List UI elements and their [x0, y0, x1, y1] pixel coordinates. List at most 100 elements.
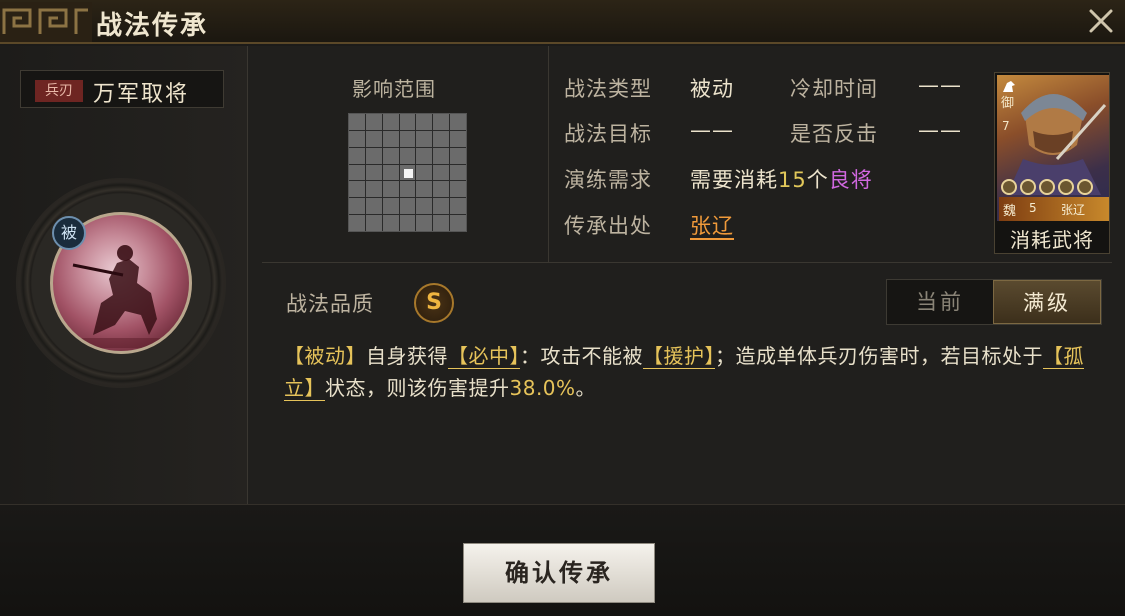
- star-icon: [1020, 179, 1036, 195]
- range-cell: [450, 181, 466, 198]
- source-general-link[interactable]: 张辽: [690, 210, 734, 240]
- desc-text: ；造成单体兵刃伤害时，若目标处于: [715, 344, 1043, 368]
- range-cell: [433, 181, 450, 198]
- train-requirement-label: 演练需求: [564, 168, 652, 192]
- range-cell: [450, 164, 466, 181]
- range-grid: [348, 113, 467, 232]
- desc-text: 自身获得: [366, 344, 448, 368]
- star-icon: [1058, 179, 1074, 195]
- close-icon: [1089, 9, 1113, 33]
- range-cell: [399, 181, 416, 198]
- passive-badge: 被: [52, 216, 86, 250]
- range-cell: [416, 114, 433, 130]
- general-footer: 魏 5 张辽: [999, 197, 1109, 221]
- skill-type-label: 战法类型: [564, 77, 652, 101]
- range-cell: [416, 181, 433, 198]
- train-count: 15: [778, 168, 807, 192]
- desc-keyword-link[interactable]: 【援护】: [643, 344, 715, 369]
- confirm-inherit-button[interactable]: 确认传承: [463, 543, 655, 603]
- range-cell: [382, 181, 399, 198]
- range-cell: [365, 147, 382, 164]
- range-cell: [433, 198, 450, 215]
- range-cell: [349, 130, 365, 147]
- tab-current[interactable]: 当前: [887, 280, 993, 324]
- title-bar: 战法传承: [0, 0, 1125, 44]
- general-portrait: 御 7 魏 5 张辽: [997, 75, 1109, 221]
- range-cell: [365, 215, 382, 231]
- range-cell: [450, 215, 466, 231]
- desc-number: 38.0%: [509, 376, 576, 400]
- range-cell: [433, 215, 450, 231]
- divider: [262, 262, 1112, 263]
- cooldown-label: 冷却时间: [790, 77, 878, 101]
- level-tabs: 当前 满级: [886, 279, 1102, 325]
- star-rating: [1001, 179, 1105, 195]
- range-cell: [382, 164, 399, 181]
- general-portrait-icon: [1007, 94, 1107, 195]
- star-icon: [1077, 179, 1093, 195]
- general-card[interactable]: 御 7 魏 5 张辽 消耗武将: [994, 72, 1110, 254]
- range-cell: [365, 130, 382, 147]
- range-cell: [365, 114, 382, 130]
- range-cell: [433, 164, 450, 181]
- target-value: ——: [690, 118, 734, 142]
- range-cell: [349, 164, 365, 181]
- range-cell: [450, 147, 466, 164]
- target-label: 战法目标: [564, 122, 652, 146]
- range-cell: [399, 114, 416, 130]
- general-role: 御: [1001, 96, 1015, 111]
- skill-description: 【被动】自身获得【必中】：攻击不能被【援护】；造成单体兵刃伤害时，若目标处于【孤…: [284, 340, 1094, 404]
- source-label: 传承出处: [564, 214, 652, 238]
- range-cell: [382, 130, 399, 147]
- range-cell: [450, 114, 466, 130]
- range-cell: [349, 198, 365, 215]
- range-label: 影响范围: [352, 77, 436, 101]
- range-cell: [382, 147, 399, 164]
- general-name: 张辽: [1061, 203, 1086, 217]
- range-cell: [349, 147, 365, 164]
- range-cell: [365, 181, 382, 198]
- range-cell: [399, 215, 416, 231]
- tab-max-level[interactable]: 满级: [993, 280, 1101, 324]
- train-prefix: 需要消耗: [690, 168, 778, 192]
- page-title: 战法传承: [96, 11, 209, 41]
- range-cell: [399, 130, 416, 147]
- range-cell: [416, 130, 433, 147]
- divider: [548, 46, 549, 262]
- desc-text: 状态，则该伤害提升: [325, 376, 510, 400]
- range-cell: [433, 147, 450, 164]
- range-cell: [416, 198, 433, 215]
- desc-text: 。: [575, 376, 597, 400]
- general-cost: 7: [1002, 119, 1010, 133]
- range-cell: [382, 198, 399, 215]
- range-cell: [416, 215, 433, 231]
- close-button[interactable]: [1085, 6, 1117, 38]
- range-cell-center: [399, 164, 416, 181]
- skill-type-tag: 兵刃: [35, 80, 83, 102]
- fret-ornament-icon: [0, 2, 92, 42]
- range-cell: [349, 181, 365, 198]
- counter-value: ——: [918, 118, 962, 142]
- range-cell: [399, 147, 416, 164]
- desc-text: ：攻击不能被: [520, 344, 643, 368]
- train-unit: 个: [806, 168, 829, 192]
- skill-type-value: 被动: [690, 77, 734, 101]
- train-requirement-value: 需要消耗15个良将: [690, 164, 873, 194]
- desc-keyword-link[interactable]: 【必中】: [448, 344, 520, 369]
- cooldown-value: ——: [918, 73, 962, 97]
- range-cell: [416, 164, 433, 181]
- range-cell: [382, 114, 399, 130]
- cavalry-icon: [1003, 81, 1015, 92]
- quality-badge: S: [414, 283, 454, 323]
- counter-label: 是否反击: [790, 122, 878, 146]
- star-icon: [1001, 179, 1017, 195]
- range-cell: [349, 215, 365, 231]
- range-cell: [433, 114, 450, 130]
- range-cell: [450, 130, 466, 147]
- range-cell: [365, 198, 382, 215]
- range-cell: [382, 215, 399, 231]
- star-icon: [1039, 179, 1055, 195]
- range-cell: [416, 147, 433, 164]
- skill-name-box: 兵刃 万军取将: [20, 70, 224, 108]
- range-cell: [399, 198, 416, 215]
